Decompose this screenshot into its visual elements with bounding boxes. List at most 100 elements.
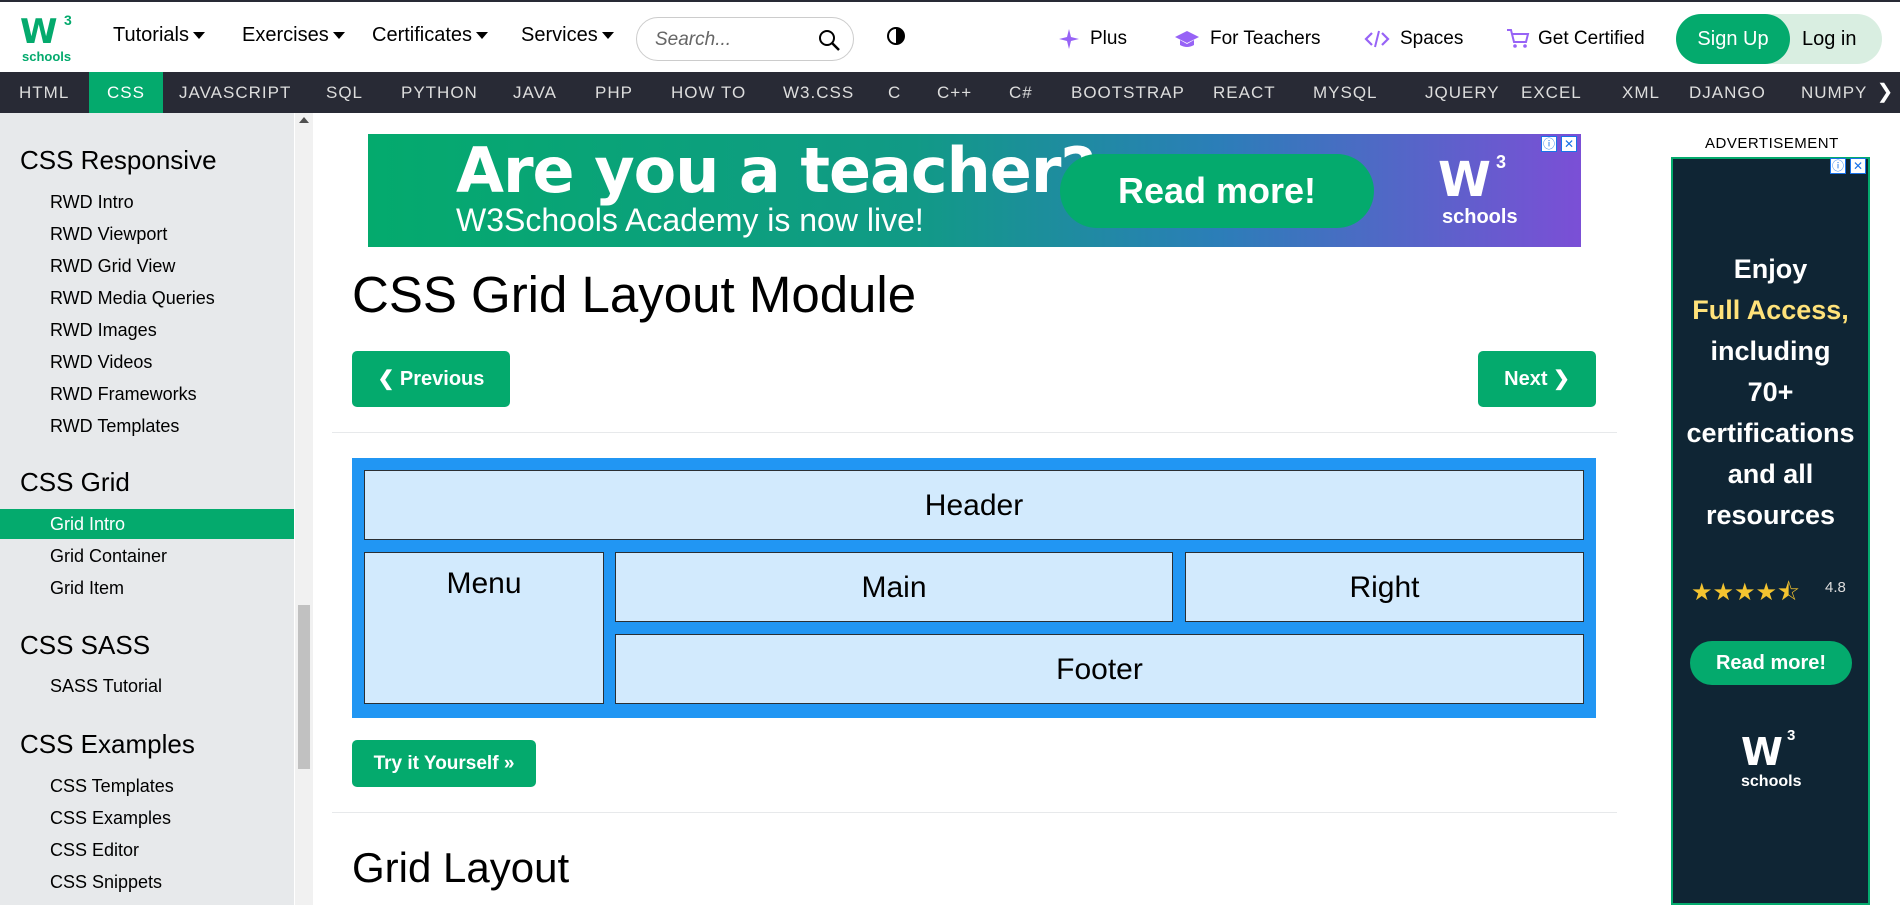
ad-line: Enjoy xyxy=(1733,254,1808,284)
logo-superscript: 3 xyxy=(64,12,72,28)
right-ad-logo-subtext: schools xyxy=(1741,773,1802,790)
ad-line: 70+ xyxy=(1747,377,1794,407)
right-ad-w3schools-logo: W 3 schools xyxy=(1741,727,1811,799)
sidebar-item[interactable]: RWD Grid View xyxy=(0,251,294,281)
try-it-yourself-button[interactable]: Try it Yourself » xyxy=(352,740,536,787)
services-menu[interactable]: Services xyxy=(521,24,614,47)
ad-line: resources xyxy=(1705,500,1836,530)
exercises-menu[interactable]: Exercises xyxy=(242,24,345,47)
sidebar-item[interactable]: RWD Intro xyxy=(0,187,294,217)
ad-info-icon[interactable]: ⓘ xyxy=(1541,136,1557,152)
ad-line-highlight: Full Access, xyxy=(1692,295,1849,325)
ad-read-more-button[interactable]: Read more! xyxy=(1060,154,1374,228)
section-heading: Grid Layout xyxy=(352,844,570,891)
plus-label: Plus xyxy=(1090,28,1127,49)
scroll-up-arrow-icon[interactable] xyxy=(299,117,309,123)
certificates-label: Certificates xyxy=(372,24,473,46)
nav-item-xml[interactable]: XML xyxy=(1603,72,1679,113)
scrollbar-thumb[interactable] xyxy=(298,605,310,769)
search-icon[interactable] xyxy=(817,28,841,52)
sparkle-icon xyxy=(1059,29,1079,49)
logo-mark: W xyxy=(20,12,57,52)
grid-layout-demo: Header Menu Main Right Footer xyxy=(352,458,1596,718)
nav-item-w3css[interactable]: W3.CSS xyxy=(764,72,873,113)
nav-item-php[interactable]: PHP xyxy=(576,72,652,113)
nav-item-cpp[interactable]: C++ xyxy=(918,72,991,113)
right-side-ad[interactable]: Enjoy Full Access, including 70+ certifi… xyxy=(1671,157,1870,905)
nav-item-django[interactable]: DJANGO xyxy=(1670,72,1785,113)
caret-down-icon xyxy=(332,32,345,40)
certificates-menu[interactable]: Certificates xyxy=(372,24,489,47)
ad-logo-mark: W xyxy=(1438,152,1491,208)
nav-item-csharp[interactable]: C# xyxy=(990,72,1052,113)
ad-logo-superscript: 3 xyxy=(1496,152,1507,172)
caret-down-icon xyxy=(476,32,489,40)
ad-close-icon[interactable]: ✕ xyxy=(1561,136,1577,152)
nav-item-css[interactable]: CSS xyxy=(89,72,163,113)
nav-item-how-to[interactable]: HOW TO xyxy=(652,72,765,113)
spaces-label: Spaces xyxy=(1400,28,1464,49)
nav-scroll-right-icon[interactable]: ❯ xyxy=(1870,72,1900,113)
ad-subtitle: W3Schools Academy is now live! xyxy=(456,202,924,238)
sidebar-item[interactable]: SASS Tutorial xyxy=(0,671,294,701)
sidebar-scrollbar[interactable] xyxy=(295,113,313,905)
sidebar-item[interactable]: CSS Examples xyxy=(0,803,294,833)
nav-item-java[interactable]: JAVA xyxy=(494,72,576,113)
page-title: CSS Grid Layout Module xyxy=(352,266,917,323)
nav-item-react[interactable]: REACT xyxy=(1194,72,1295,113)
grid-main-cell: Main xyxy=(615,552,1173,622)
ad-title: Are you a teacher? xyxy=(456,134,1096,207)
cart-icon xyxy=(1507,29,1530,48)
signup-button[interactable]: Sign Up xyxy=(1676,14,1790,64)
grid-footer-cell: Footer xyxy=(615,634,1584,704)
sidebar-item[interactable]: RWD Videos xyxy=(0,347,294,377)
sidebar-item[interactable]: CSS Snippets xyxy=(0,867,294,897)
ad-line: including xyxy=(1710,336,1831,366)
nav-item-bootstrap[interactable]: BOOTSTRAP xyxy=(1052,72,1204,113)
for-teachers-label: For Teachers xyxy=(1210,28,1321,49)
nav-item-python[interactable]: PYTHON xyxy=(382,72,497,113)
nav-item-c[interactable]: C xyxy=(869,72,920,113)
caret-down-icon xyxy=(192,32,205,40)
right-ad-read-more-button[interactable]: Read more! xyxy=(1690,641,1852,685)
graduation-cap-icon xyxy=(1175,31,1199,47)
nav-item-excel[interactable]: EXCEL xyxy=(1502,72,1601,113)
sidebar-item[interactable]: Grid Container xyxy=(0,541,294,571)
sidebar-item[interactable]: CSS Templates xyxy=(0,771,294,801)
sidebar-heading: CSS SASS xyxy=(20,630,151,660)
sidebar-heading: CSS Examples xyxy=(20,729,195,759)
tutorials-menu[interactable]: Tutorials xyxy=(113,24,205,47)
sidebar-item[interactable]: RWD Media Queries xyxy=(0,283,294,313)
nav-item-mysql[interactable]: MYSQL xyxy=(1294,72,1397,113)
services-label: Services xyxy=(521,24,598,46)
next-button[interactable]: Next ❯ xyxy=(1478,351,1596,407)
rating-value: 4.8 xyxy=(1825,579,1846,596)
exercises-label: Exercises xyxy=(242,24,329,46)
nav-item-javascript[interactable]: JAVASCRIPT xyxy=(160,72,310,113)
teacher-banner-ad[interactable]: Are you a teacher? W3Schools Academy is … xyxy=(368,134,1581,247)
sidebar-item[interactable]: Grid Item xyxy=(0,573,294,603)
logo-subtext: schools xyxy=(22,49,72,64)
contrast-toggle-icon[interactable] xyxy=(886,26,906,46)
advertisement-label: ADVERTISEMENT xyxy=(1705,135,1839,152)
sidebar-item[interactable]: RWD Frameworks xyxy=(0,379,294,409)
grid-header-cell: Header xyxy=(364,470,1584,540)
right-ad-close-icon[interactable]: ✕ xyxy=(1850,158,1866,174)
sidebar-item-active[interactable]: Grid Intro xyxy=(0,509,294,539)
sidebar: CSS Responsive RWD Intro RWD Viewport RW… xyxy=(0,113,294,905)
right-ad-info-icon[interactable]: ⓘ xyxy=(1830,158,1846,174)
w3schools-logo[interactable]: W 3 schools xyxy=(20,12,74,64)
previous-button[interactable]: ❮ Previous xyxy=(352,351,510,407)
sidebar-item[interactable]: RWD Images xyxy=(0,315,294,345)
ad-line: and all xyxy=(1727,459,1814,489)
nav-item-sql[interactable]: SQL xyxy=(307,72,382,113)
sidebar-item[interactable]: CSS Editor xyxy=(0,835,294,865)
right-ad-logo-mark: W xyxy=(1741,730,1783,774)
top-bar: W 3 schools Tutorials Exercises Certific… xyxy=(0,0,1900,72)
nav-item-html[interactable]: HTML xyxy=(0,72,88,113)
search-input[interactable] xyxy=(655,28,815,52)
sidebar-item[interactable]: RWD Viewport xyxy=(0,219,294,249)
subject-nav-bar: HTML CSS JAVASCRIPT SQL PYTHON JAVA PHP … xyxy=(0,72,1900,113)
sidebar-item[interactable]: RWD Templates xyxy=(0,411,294,441)
tutorials-label: Tutorials xyxy=(113,24,189,46)
